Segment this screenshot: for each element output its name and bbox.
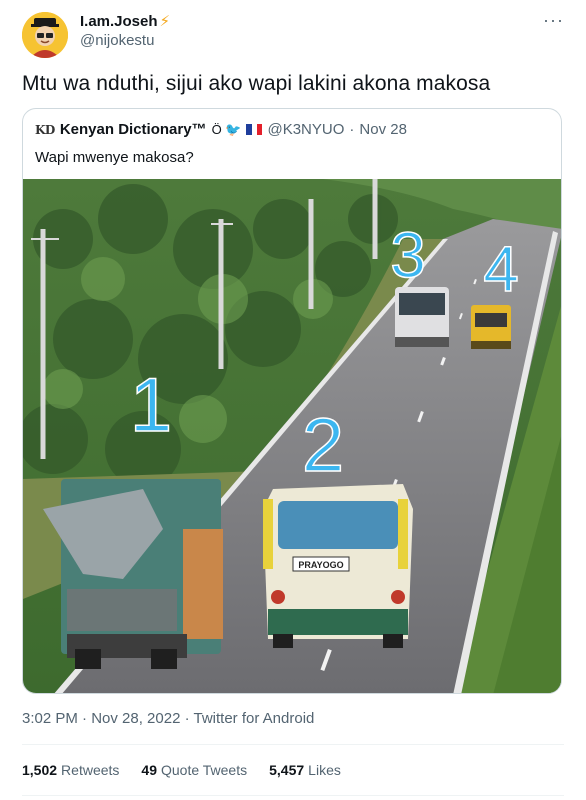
quoted-author-logo: KD — [35, 122, 55, 137]
truck-vehicle-4 — [471, 305, 511, 349]
quoted-author-handle: @K3NYUO — [267, 121, 345, 138]
quote-tweets-count: 49 — [141, 762, 157, 778]
separator-dot: · — [349, 121, 355, 138]
divider — [22, 795, 564, 796]
label-number-3: 3 — [390, 219, 426, 291]
more-horizontal-icon[interactable]: ··· — [543, 10, 564, 31]
author-display-name: I.am.Joseh — [80, 12, 158, 30]
likes-label: Likes — [308, 762, 341, 778]
quote-tweets-stat[interactable]: 49 Quote Tweets — [141, 762, 247, 778]
quoted-tweet-header: KD Kenyan Dictionary™ Ö 🐦 @K3NYUO · Nov … — [35, 121, 407, 138]
retweets-stat[interactable]: 1,502 Retweets — [22, 762, 119, 778]
author-name[interactable]: I.am.Joseh ⚡ — [80, 12, 171, 31]
retweets-count: 1,502 — [22, 762, 58, 778]
road-photo[interactable]: PRAYOGO 1 2 3 4 — [23, 179, 562, 694]
label-number-2: 2 — [302, 403, 344, 488]
bus-vehicle-2: PRAYOGO — [263, 484, 413, 648]
likes-stat[interactable]: 5,457 Likes — [269, 762, 341, 778]
avatar[interactable] — [22, 12, 68, 58]
quoted-author-emojis: Ö 🐦 — [211, 121, 242, 137]
truck-vehicle-1 — [43, 479, 223, 669]
bus-destination-sign: PRAYOGO — [298, 560, 343, 570]
quoted-author-name[interactable]: Kenyan Dictionary™ — [60, 121, 207, 138]
french-flag-icon — [246, 124, 263, 135]
avatar-cartoon-icon — [22, 12, 68, 58]
quote-tweets-label: Quote Tweets — [160, 762, 248, 778]
tweet: I.am.Joseh ⚡ @nijokestu ··· Mtu wa nduth… — [0, 0, 586, 800]
retweets-label: Retweets — [61, 762, 120, 778]
quoted-tweet-text: Wapi mwenye makosa? — [35, 149, 194, 166]
quoted-date[interactable]: Nov 28 — [359, 121, 407, 138]
tweet-text: Mtu wa nduthi, sijui ako wapi lakini ako… — [22, 72, 491, 95]
likes-count: 5,457 — [269, 762, 305, 778]
author-handle[interactable]: @nijokestu — [80, 32, 154, 49]
label-number-1: 1 — [130, 363, 172, 448]
tweet-timestamp-source[interactable]: 3:02 PM · Nov 28, 2022 · Twitter for And… — [22, 710, 314, 727]
divider — [22, 744, 564, 745]
quoted-tweet[interactable]: KD Kenyan Dictionary™ Ö 🐦 @K3NYUO · Nov … — [22, 108, 562, 694]
bus-vehicle-3 — [395, 287, 449, 347]
tweet-stats: 1,502 Retweets 49 Quote Tweets 5,457 Likes — [22, 762, 341, 778]
lightning-icon: ⚡ — [159, 13, 171, 30]
label-number-4: 4 — [483, 233, 519, 305]
